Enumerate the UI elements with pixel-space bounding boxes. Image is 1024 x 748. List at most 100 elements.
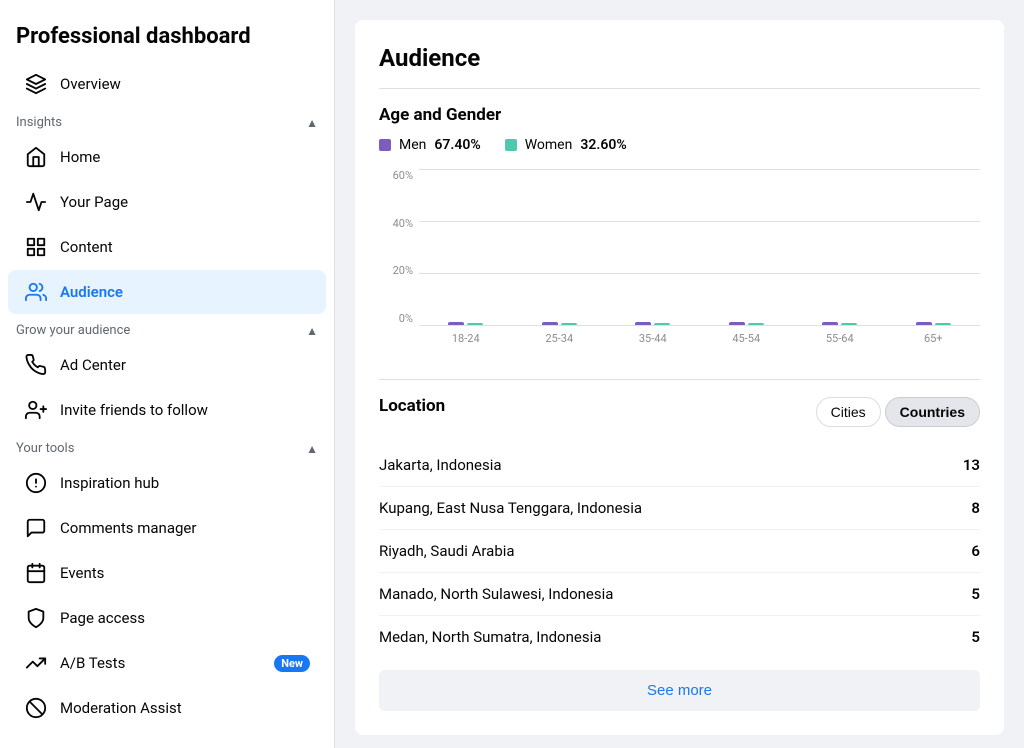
ab-tests-icon: [24, 651, 48, 675]
page-icon: [24, 190, 48, 214]
bar-men: [635, 322, 651, 325]
men-pct: 67.40%: [434, 137, 480, 153]
sidebar-item-overview-label: Overview: [60, 75, 121, 93]
location-header: Location Cities Countries: [379, 396, 980, 428]
sidebar-item-ad-center-label: Ad Center: [60, 356, 126, 374]
sidebar-item-audience-label: Audience: [60, 283, 123, 301]
sidebar-item-comments-manager[interactable]: Comments manager: [8, 506, 326, 550]
invite-icon: [24, 398, 48, 422]
location-row: Jakarta, Indonesia 13: [379, 444, 980, 487]
bar-women: [654, 323, 670, 325]
sidebar: Professional dashboard Overview Insights…: [0, 0, 335, 748]
sidebar-item-overview[interactable]: Overview: [8, 62, 326, 106]
your-tools-label: Your tools: [16, 441, 74, 456]
location-count: 5: [971, 628, 980, 646]
y-label-0: 0%: [399, 312, 413, 325]
moderation-icon: [24, 696, 48, 720]
bar-chart: 60% 40% 20% 0% 18-24: [379, 169, 980, 349]
grow-audience-label: Grow your audience: [16, 323, 130, 338]
bar-group-45-54: 45-54: [729, 322, 764, 325]
sidebar-item-invite-friends[interactable]: Invite friends to follow: [8, 388, 326, 432]
insights-chevron-icon: ▲: [306, 116, 318, 130]
location-row: Riyadh, Saudi Arabia 6: [379, 530, 980, 573]
bar-label: 65+: [924, 332, 943, 345]
location-city: Kupang, East Nusa Tenggara, Indonesia: [379, 499, 642, 517]
location-title: Location: [379, 396, 445, 416]
sidebar-item-moderation-assist[interactable]: Moderation Assist: [8, 686, 326, 730]
comments-icon: [24, 516, 48, 540]
location-row: Kupang, East Nusa Tenggara, Indonesia 8: [379, 487, 980, 530]
insights-section-header[interactable]: Insights ▲: [0, 107, 334, 134]
tab-cities-button[interactable]: Cities: [816, 397, 881, 427]
sidebar-item-events-label: Events: [60, 564, 104, 582]
sidebar-item-your-page-label: Your Page: [60, 193, 128, 211]
sidebar-title: Professional dashboard: [0, 16, 334, 61]
divider-1: [379, 88, 980, 89]
ab-tests-badge: New: [274, 655, 310, 672]
sidebar-item-page-access[interactable]: Page access: [8, 596, 326, 640]
bar-men: [916, 322, 932, 325]
location-section: Location Cities Countries Jakarta, Indon…: [379, 396, 980, 711]
ad-center-icon: [24, 353, 48, 377]
sidebar-item-content-label: Content: [60, 238, 113, 256]
sidebar-item-your-page[interactable]: Your Page: [8, 180, 326, 224]
home-icon: [24, 145, 48, 169]
sidebar-item-invite-friends-label: Invite friends to follow: [60, 401, 208, 419]
location-count: 5: [971, 585, 980, 603]
your-tools-section-header[interactable]: Your tools ▲: [0, 433, 334, 460]
bar-men: [822, 322, 838, 325]
location-tab-group: Cities Countries: [816, 397, 980, 427]
sidebar-item-audience[interactable]: Audience: [8, 270, 326, 314]
sidebar-item-home[interactable]: Home: [8, 135, 326, 179]
sidebar-item-events[interactable]: Events: [8, 551, 326, 595]
bar-label: 18-24: [452, 332, 480, 345]
content-icon: [24, 235, 48, 259]
legend: Men 67.40% Women 32.60%: [379, 137, 980, 153]
sidebar-item-ab-tests[interactable]: A/B Tests New: [8, 641, 326, 685]
sidebar-item-ab-tests-label: A/B Tests: [60, 654, 125, 672]
grow-chevron-icon: ▲: [306, 324, 318, 338]
y-label-40: 40%: [393, 217, 413, 230]
bar-women: [935, 323, 951, 325]
bar-group-18-24: 18-24: [448, 322, 483, 325]
location-table: Jakarta, Indonesia 13 Kupang, East Nusa …: [379, 444, 980, 658]
sidebar-item-moderation-assist-label: Moderation Assist: [60, 699, 182, 717]
bar-women: [561, 323, 577, 325]
location-count: 13: [963, 456, 980, 474]
bar-women: [841, 323, 857, 325]
sidebar-item-content[interactable]: Content: [8, 225, 326, 269]
location-row: Medan, North Sumatra, Indonesia 5: [379, 616, 980, 658]
sidebar-item-ad-center[interactable]: Ad Center: [8, 343, 326, 387]
location-row: Manado, North Sulawesi, Indonesia 5: [379, 573, 980, 616]
sidebar-item-inspiration-hub[interactable]: Inspiration hub: [8, 461, 326, 505]
audience-icon: [24, 280, 48, 304]
bar-men: [448, 322, 464, 325]
age-gender-section: Age and Gender Men 67.40% Women 32.60% 6…: [379, 105, 980, 349]
bar-group-65+: 65+: [916, 322, 951, 325]
bar-men: [542, 322, 558, 325]
women-label: Women: [525, 137, 573, 153]
bar-women: [748, 323, 764, 325]
see-more-button[interactable]: See more: [379, 670, 980, 711]
bar-women: [467, 323, 483, 325]
location-count: 8: [971, 499, 980, 517]
bar-label: 25-34: [545, 332, 573, 345]
bar-label: 45-54: [732, 332, 760, 345]
men-dot: [379, 139, 391, 151]
location-city: Manado, North Sulawesi, Indonesia: [379, 585, 613, 603]
main-content: Audience Age and Gender Men 67.40% Women…: [335, 0, 1024, 748]
grow-audience-section-header[interactable]: Grow your audience ▲: [0, 315, 334, 342]
divider-2: [379, 379, 980, 380]
bar-men: [729, 322, 745, 325]
women-pct: 32.60%: [580, 137, 626, 153]
inspiration-icon: [24, 471, 48, 495]
bar-group-25-34: 25-34: [542, 322, 577, 325]
location-count: 6: [971, 542, 980, 560]
legend-women: Women 32.60%: [505, 137, 627, 153]
tab-countries-button[interactable]: Countries: [885, 397, 980, 427]
insights-label: Insights: [16, 115, 62, 130]
sidebar-item-home-label: Home: [60, 148, 100, 166]
y-label-20: 20%: [393, 264, 413, 277]
sidebar-item-page-access-label: Page access: [60, 609, 145, 627]
legend-men: Men 67.40%: [379, 137, 481, 153]
